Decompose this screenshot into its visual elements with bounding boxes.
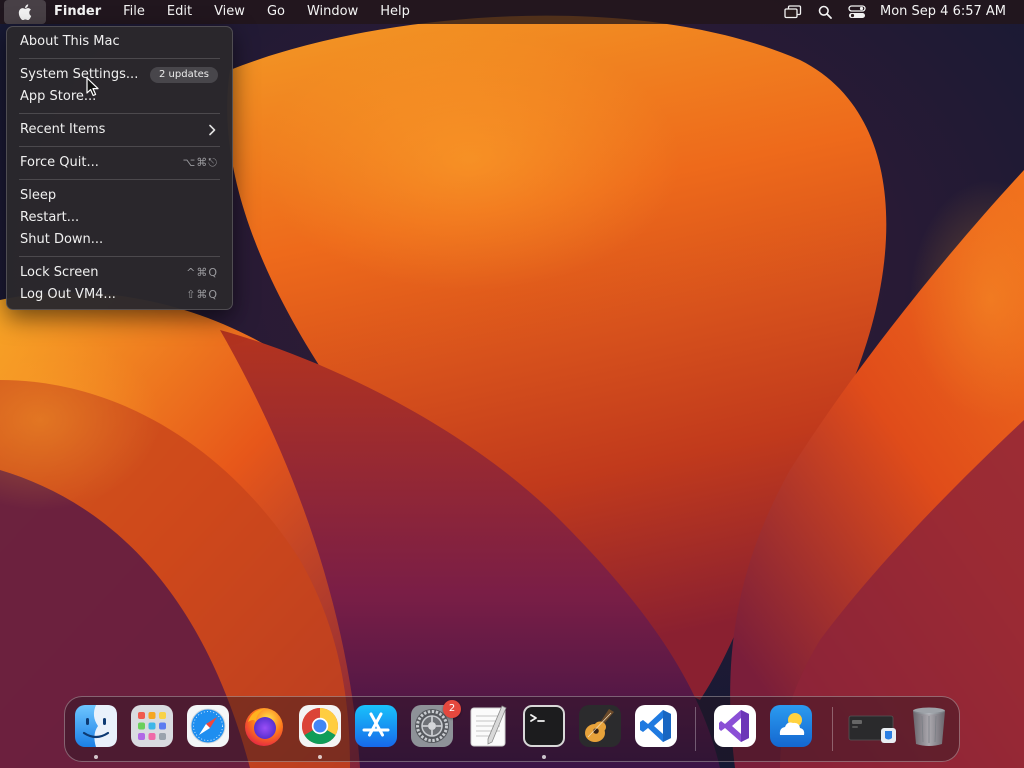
dock-app-garageband[interactable] (578, 704, 622, 748)
menu-edit[interactable]: Edit (156, 0, 203, 24)
finder-icon (75, 705, 117, 747)
dock: 2 (64, 696, 960, 762)
notification-badge: 2 (443, 700, 461, 718)
menu-item-log-out[interactable]: Log Out VM4... ⇧⌘Q (7, 284, 232, 306)
app-store-icon (355, 705, 397, 747)
running-indicator (542, 755, 546, 759)
menu-item-label: System Settings... (20, 67, 139, 82)
dock-app-finder[interactable] (74, 704, 118, 748)
menu-item-restart[interactable]: Restart... (7, 207, 232, 229)
dock-app-vscode[interactable] (634, 704, 678, 748)
keyboard-shortcut: ^⌘Q (186, 266, 218, 279)
menu-item-label: Log Out VM4... (20, 287, 116, 302)
apple-logo-icon (18, 4, 32, 20)
dock-app-firefox[interactable] (242, 704, 286, 748)
menu-item-about-this-mac[interactable]: About This Mac (7, 31, 232, 53)
apple-menu-dropdown: About This Mac System Settings... 2 upda… (6, 26, 233, 310)
dock-app-trash[interactable] (907, 704, 951, 748)
dock-app-textedit[interactable] (466, 704, 510, 748)
dock-app-chrome[interactable] (298, 704, 342, 748)
menu-item-label: About This Mac (20, 34, 120, 49)
dock-divider (695, 707, 696, 751)
menu-help[interactable]: Help (369, 0, 421, 24)
dock-app-visual-studio[interactable] (713, 704, 757, 748)
menu-file[interactable]: File (112, 0, 156, 24)
menu-separator (19, 58, 220, 59)
chrome-icon (299, 705, 341, 747)
visual-studio-icon (714, 705, 756, 747)
dock-app-launchpad[interactable] (130, 704, 174, 748)
vscode-icon (635, 705, 677, 747)
dock-app-system-settings[interactable]: 2 (410, 700, 461, 748)
dock-app-terminal[interactable] (522, 704, 566, 748)
menu-item-sleep[interactable]: Sleep (7, 185, 232, 207)
desktop[interactable]: Finder File Edit View Go Window Help Mon… (0, 0, 1024, 768)
launchpad-icon (131, 705, 173, 747)
menu-separator (19, 179, 220, 180)
menu-view[interactable]: View (203, 0, 256, 24)
trash-icon (913, 707, 945, 746)
keyboard-shortcut: ⌥⌘⎋ (182, 156, 218, 169)
menu-item-label: App Store... (20, 89, 97, 104)
menu-item-label: Shut Down... (20, 232, 104, 247)
dock-app-safari[interactable] (186, 704, 230, 748)
textedit-icon (470, 705, 507, 747)
downloads-stack-icon (848, 715, 896, 743)
dock-stack-downloads[interactable] (847, 704, 896, 748)
chevron-right-icon (209, 124, 216, 136)
weather-icon (770, 705, 812, 747)
terminal-icon (523, 705, 565, 747)
menu-item-label: Recent Items (20, 122, 106, 137)
menu-bar-clock[interactable]: Mon Sep 4 6:57 AM (874, 0, 1024, 24)
apple-menu-button[interactable] (4, 0, 46, 24)
menu-separator (19, 113, 220, 114)
dock-app-app-store[interactable] (354, 704, 398, 748)
menu-item-force-quit[interactable]: Force Quit... ⌥⌘⎋ (7, 152, 232, 174)
menu-item-label: Lock Screen (20, 265, 99, 280)
running-indicator (318, 755, 322, 759)
control-center-icon (848, 5, 866, 18)
firefox-icon (245, 708, 283, 746)
mouse-pointer-icon (86, 77, 99, 97)
spotlight-button[interactable] (810, 0, 840, 24)
dock-divider (832, 707, 833, 751)
menu-item-app-store[interactable]: App Store... (7, 86, 232, 108)
menu-item-shut-down[interactable]: Shut Down... (7, 229, 232, 251)
screen-mirroring-icon (784, 5, 802, 19)
menu-app-finder[interactable]: Finder (46, 0, 112, 24)
menu-bar-status-area: Mon Sep 4 6:57 AM (776, 0, 1024, 24)
menu-item-label: Sleep (20, 188, 57, 203)
menu-item-system-settings[interactable]: System Settings... 2 updates (7, 64, 232, 86)
updates-badge: 2 updates (150, 67, 218, 83)
menu-bar: Finder File Edit View Go Window Help Mon… (0, 0, 1024, 24)
menu-item-recent-items[interactable]: Recent Items (7, 119, 232, 141)
menu-separator (19, 256, 220, 257)
dock-app-weather[interactable] (769, 704, 813, 748)
safari-icon (187, 705, 229, 747)
spotlight-search-icon (818, 5, 832, 19)
menu-go[interactable]: Go (256, 0, 296, 24)
menu-item-label: Restart... (20, 210, 80, 225)
running-indicator (94, 755, 98, 759)
control-center-button[interactable] (840, 0, 874, 24)
garageband-icon (579, 705, 621, 747)
menu-separator (19, 146, 220, 147)
menu-window[interactable]: Window (296, 0, 369, 24)
screen-mirroring-button[interactable] (776, 0, 810, 24)
keyboard-shortcut: ⇧⌘Q (186, 288, 218, 301)
menu-item-label: Force Quit... (20, 155, 99, 170)
menu-item-lock-screen[interactable]: Lock Screen ^⌘Q (7, 262, 232, 284)
